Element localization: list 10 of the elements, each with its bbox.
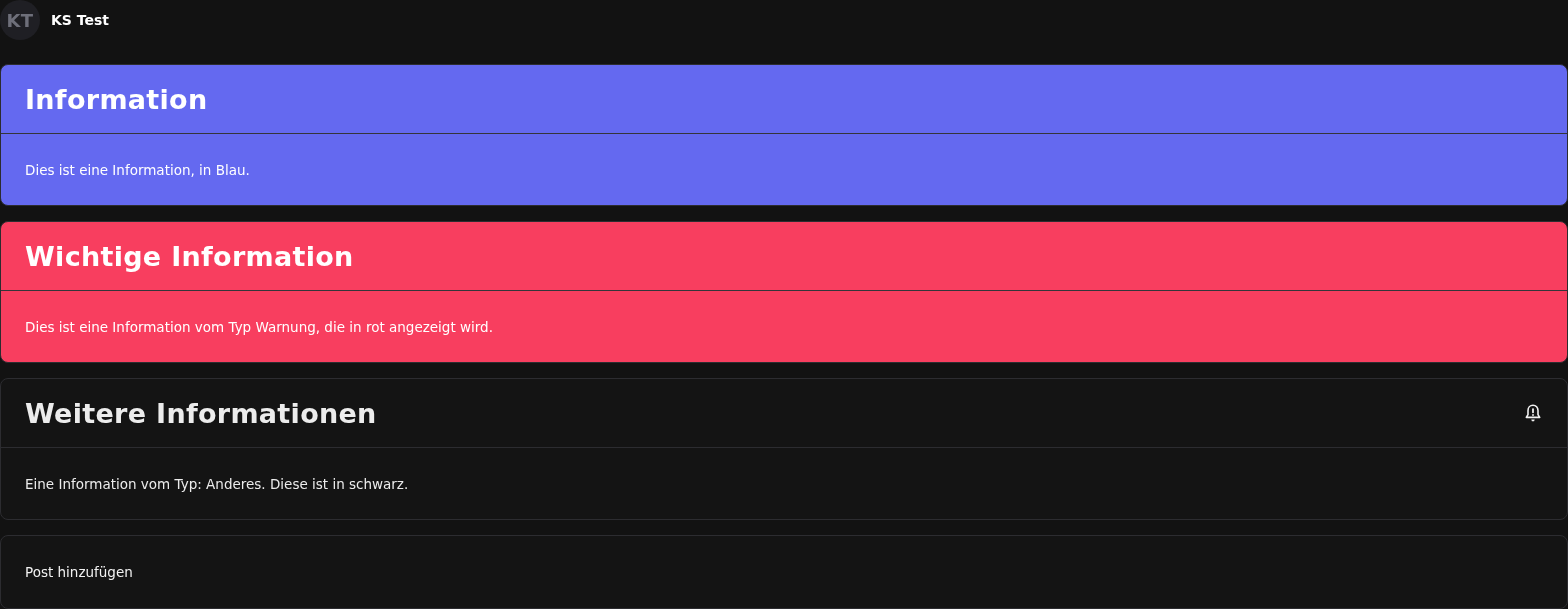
notice-title: Information <box>25 83 208 115</box>
notice-text: Dies ist eine Information, in Blau. <box>25 161 250 178</box>
notice-text: Dies ist eine Information vom Typ Warnung, die in rot angezeigt wird. <box>25 318 493 335</box>
bell-exclamation-icon <box>1525 403 1541 423</box>
user-avatar: KT <box>0 0 40 40</box>
notice-title: Weitere Informationen <box>25 397 377 429</box>
notice-text: Eine Information vom Typ: Anderes. Diese ist in schwarz. <box>25 475 409 492</box>
add-post-button[interactable]: Post hinzufügen <box>0 535 1568 609</box>
notice-title: Wichtige Information <box>25 240 354 272</box>
user-name: KS Test <box>51 12 110 28</box>
